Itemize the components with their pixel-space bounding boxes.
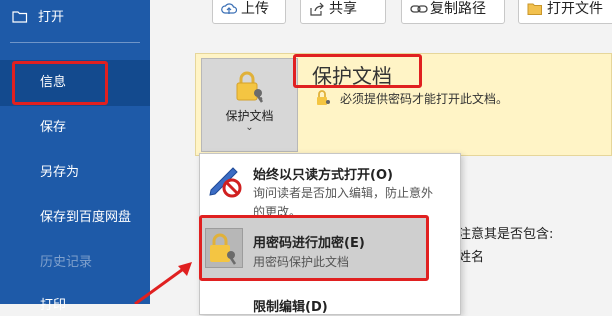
menu-item-title: 限制编辑(D) <box>253 300 328 315</box>
sidebar-item-history: 历史记录 <box>0 253 150 273</box>
upload-label: 上传 <box>241 1 269 17</box>
small-lock-icon <box>317 90 330 105</box>
inspect-text: 注意其是否包含: <box>458 227 554 242</box>
protect-document-button[interactable]: 保护文档 ⌄ <box>201 58 298 152</box>
chevron-down-icon: ⌄ <box>245 122 254 133</box>
highlight-title-box <box>293 54 422 88</box>
copy-path-button[interactable]: 复制路径 <box>401 0 505 24</box>
upload-button[interactable]: 上传 <box>212 0 286 24</box>
sidebar-item-label: 保存 <box>40 120 67 135</box>
folder-open-icon <box>12 11 28 23</box>
sidebar-item-label: 打印 <box>40 298 67 313</box>
open-location-button[interactable]: 打开文件 <box>518 0 612 24</box>
panel-description: 必须提供密码才能打开此文档。 <box>340 92 509 106</box>
annotation-arrow <box>134 262 192 304</box>
author-text: 姓名 <box>458 250 485 265</box>
pencil-forbidden-icon <box>209 167 242 198</box>
sidebar-item-label: 另存为 <box>40 165 80 180</box>
sidebar-item-save[interactable]: 保存 <box>0 118 150 138</box>
open-location-label: 打开文件 <box>547 1 603 17</box>
sidebar-item-open[interactable]: 打开 <box>0 8 150 28</box>
sidebar-item-save-as[interactable]: 另存为 <box>0 163 150 183</box>
share-button[interactable]: 共享 <box>300 0 386 24</box>
sidebar-divider <box>10 42 140 43</box>
upload-icon <box>221 3 237 14</box>
highlight-encrypt-box <box>199 215 429 281</box>
backstage-sidebar: 打开 信息 保存 另存为 保存到百度网盘 历史记录 打印 <box>0 0 150 313</box>
sidebar-item-print[interactable]: 打印 <box>0 296 150 316</box>
menu-item-title: 始终以只读方式打开(O) <box>253 168 393 183</box>
highlight-info-box <box>12 61 108 105</box>
link-icon <box>410 5 428 13</box>
sidebar-item-label: 历史记录 <box>40 255 93 270</box>
sidebar-item-label: 保存到百度网盘 <box>40 210 132 225</box>
sidebar-item-label: 打开 <box>38 10 65 25</box>
lock-key-icon <box>236 71 264 103</box>
copy-path-label: 复制路径 <box>430 1 486 17</box>
sidebar-item-save-to-baidu[interactable]: 保存到百度网盘 <box>0 208 150 228</box>
share-icon <box>310 2 324 16</box>
folder-icon <box>527 3 542 15</box>
share-label: 共享 <box>329 1 357 17</box>
